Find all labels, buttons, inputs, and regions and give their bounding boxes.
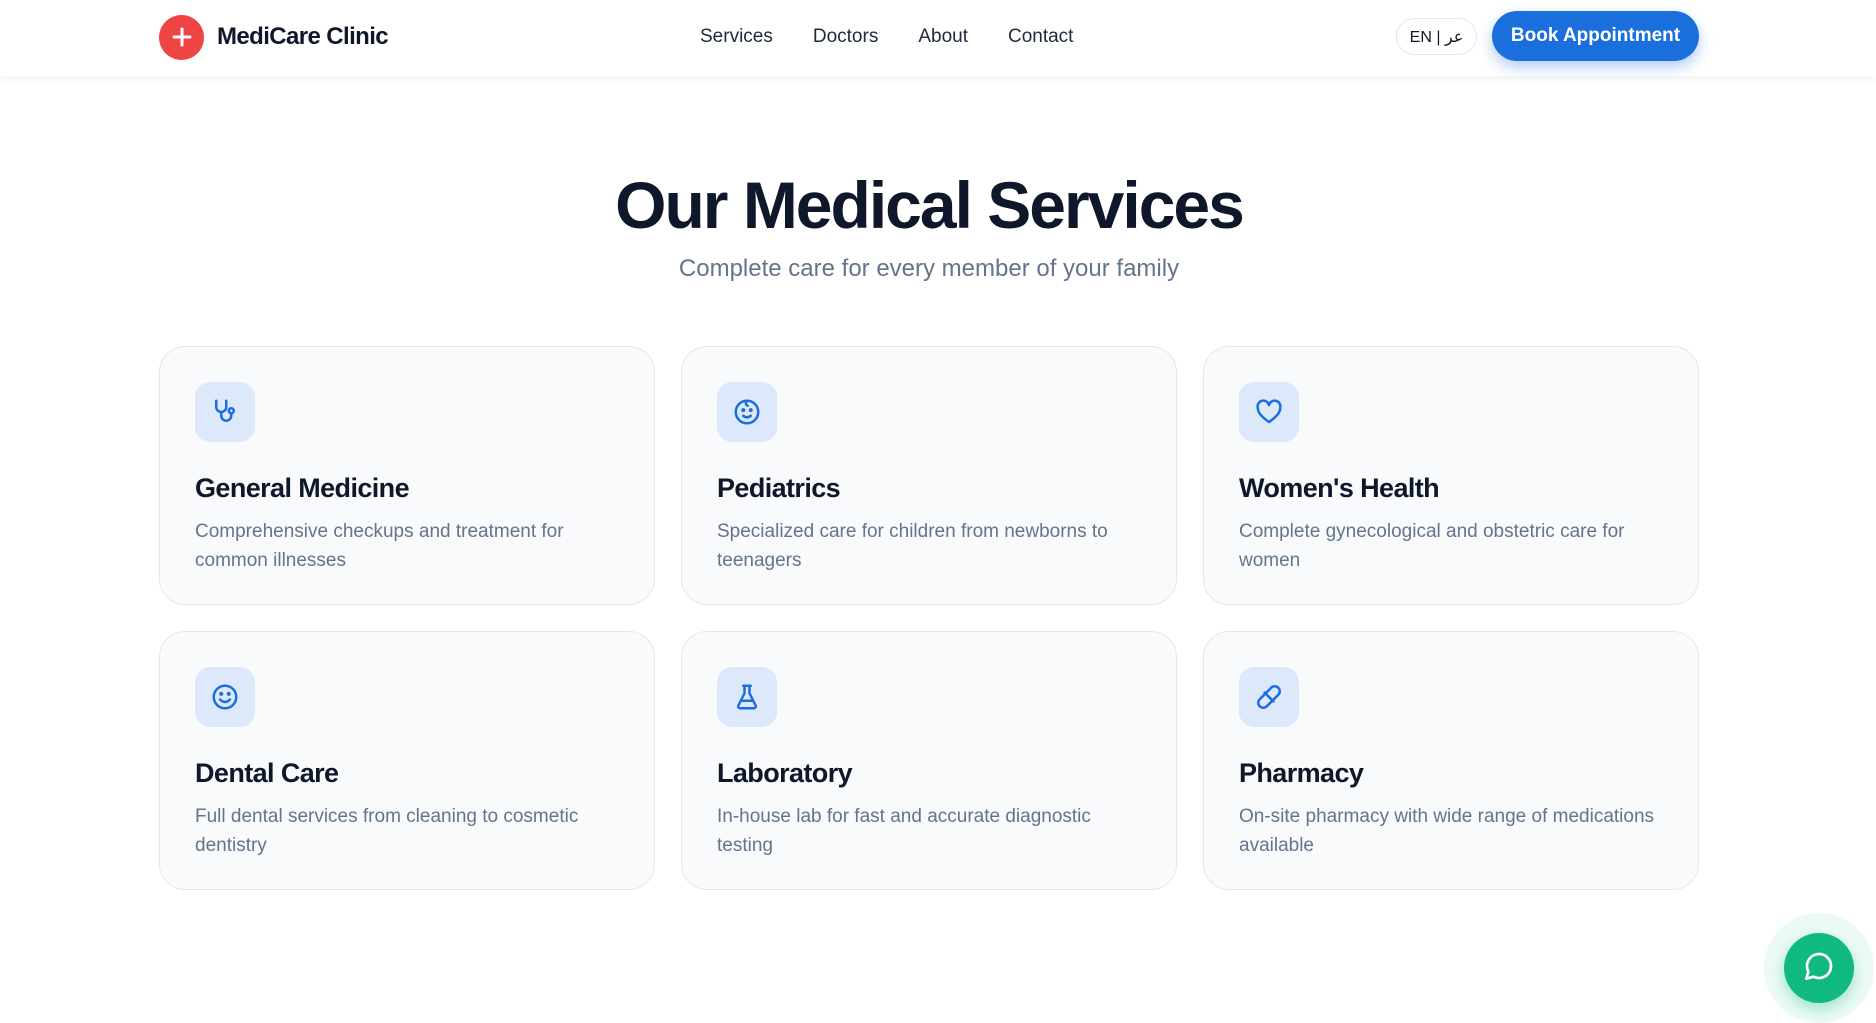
- service-description: In-house lab for fast and accurate diagn…: [717, 806, 1091, 856]
- brand-name: MediCare Clinic: [217, 23, 389, 50]
- service-card-dental-care[interactable]: Dental Care Full dental services from cl…: [159, 631, 655, 890]
- service-title: Pediatrics: [717, 473, 841, 503]
- language-toggle[interactable]: EN | عر: [1396, 18, 1477, 55]
- service-description: Specialized care for children from newbo…: [717, 521, 1108, 571]
- service-card-pediatrics[interactable]: Pediatrics Specialized care for children…: [681, 346, 1177, 605]
- service-title: Laboratory: [717, 758, 853, 788]
- smile-icon: [195, 667, 255, 727]
- nav-link-doctors[interactable]: Doctors: [813, 26, 878, 48]
- services-grid: General Medicine Comprehensive checkups …: [159, 346, 1699, 890]
- service-card-pharmacy[interactable]: Pharmacy On-site pharmacy with wide rang…: [1203, 631, 1699, 890]
- service-card-womens-health[interactable]: Women's Health Complete gynecological an…: [1203, 346, 1699, 605]
- nav-link-contact[interactable]: Contact: [1008, 26, 1073, 48]
- heart-icon: [1239, 382, 1299, 442]
- main-nav: Services Doctors About Contact: [700, 0, 1073, 73]
- service-title: Dental Care: [195, 758, 339, 788]
- section-subtitle: Complete care for every member of your f…: [678, 255, 1180, 282]
- service-description: Complete gynecological and obstetric car…: [1239, 521, 1625, 571]
- nav-link-services[interactable]: Services: [700, 26, 773, 48]
- service-title: Women's Health: [1239, 473, 1440, 503]
- chat-widget-button[interactable]: [1784, 933, 1854, 1003]
- brand-link[interactable]: MediCare Clinic: [159, 14, 389, 60]
- service-card-laboratory[interactable]: Laboratory In-house lab for fast and acc…: [681, 631, 1177, 890]
- service-description: Full dental services from cleaning to co…: [195, 806, 579, 856]
- plus-icon: [159, 14, 204, 60]
- baby-icon: [717, 382, 777, 442]
- chat-bubble-icon: [1803, 950, 1835, 987]
- service-description: Comprehensive checkups and treatment for…: [195, 521, 564, 571]
- book-appointment-button[interactable]: Book Appointment: [1492, 11, 1699, 61]
- service-card-general-medicine[interactable]: General Medicine Comprehensive checkups …: [159, 346, 655, 605]
- stethoscope-icon: [195, 382, 255, 442]
- nav-link-about[interactable]: About: [918, 26, 968, 48]
- pill-icon: [1239, 667, 1299, 727]
- service-title: Pharmacy: [1239, 758, 1364, 788]
- service-title: General Medicine: [195, 473, 410, 503]
- section-title: Our Medical Services: [615, 168, 1245, 242]
- site-header: MediCare Clinic Services Doctors About C…: [0, 0, 1876, 76]
- flask-icon: [717, 667, 777, 727]
- service-description: On-site pharmacy with wide range of medi…: [1239, 806, 1655, 856]
